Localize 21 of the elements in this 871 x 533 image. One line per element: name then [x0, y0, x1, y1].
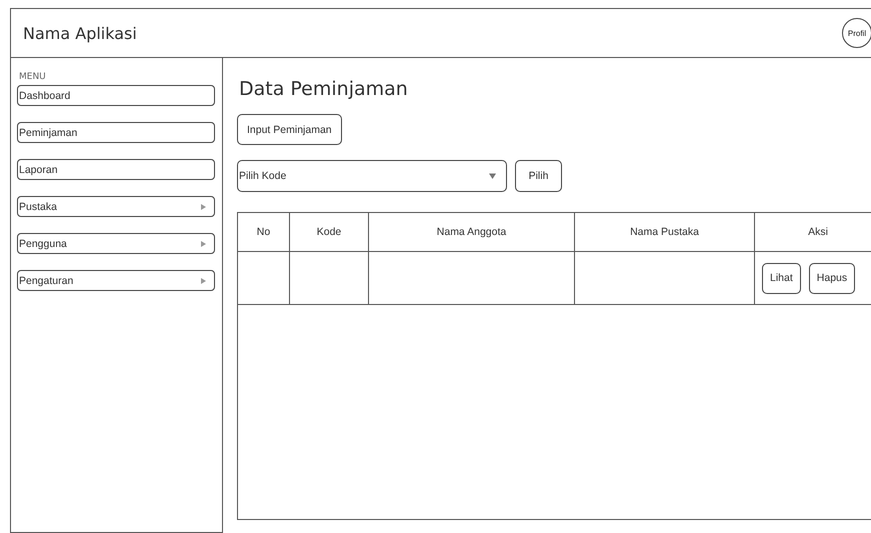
column-header: Aksi	[755, 213, 871, 251]
column-header: Nama Pustaka	[575, 213, 755, 251]
page-title: Data Peminjaman	[239, 78, 408, 100]
choose-button[interactable]: Pilih	[515, 160, 562, 192]
input-button[interactable]: Input Peminjaman	[237, 114, 342, 145]
action-button[interactable]: Lihat	[762, 262, 801, 294]
column-header: Nama Anggota	[369, 213, 575, 251]
sidebar-item[interactable]: Pengaturan	[17, 270, 215, 291]
sidebar-item[interactable]: Pengguna	[17, 233, 215, 254]
menu-heading: MENU	[19, 72, 46, 82]
dropdown-caret-icon	[489, 173, 496, 179]
sidebar-item[interactable]: Dashboard	[17, 85, 215, 106]
action-button[interactable]: Hapus	[808, 262, 856, 294]
column-header: No	[238, 213, 290, 251]
column-header: Kode	[290, 213, 369, 251]
app-title: Nama Aplikasi	[23, 24, 137, 42]
sidebar-item[interactable]: Peminjaman	[17, 122, 215, 143]
profile-button[interactable]: Profil	[842, 18, 871, 48]
sidebar-item[interactable]: Laporan	[17, 159, 215, 180]
code-dropdown[interactable]: Pilih Kode	[237, 160, 507, 192]
sidebar-item[interactable]: Pustaka	[17, 196, 215, 217]
